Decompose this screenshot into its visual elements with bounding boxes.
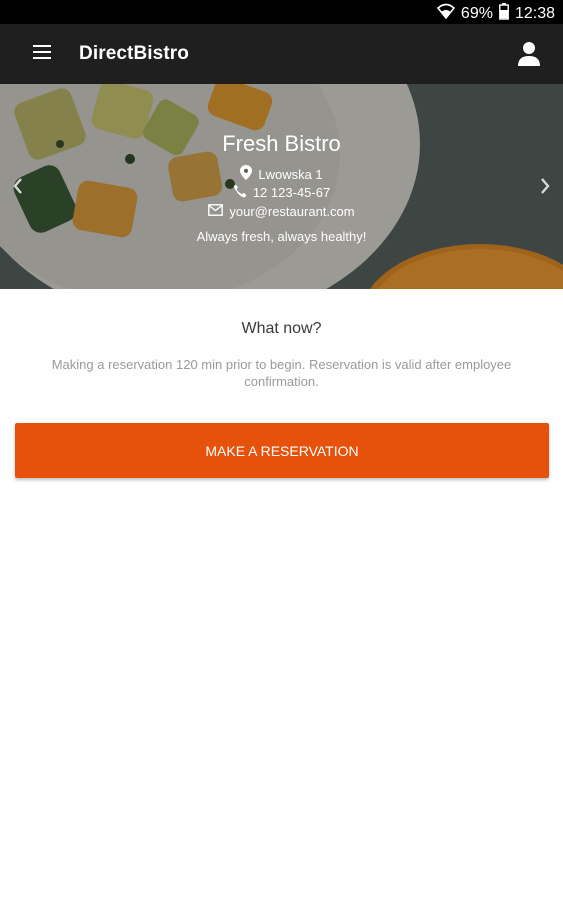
app-bar: DirectBistro <box>0 24 563 84</box>
make-reservation-button[interactable]: MAKE A RESERVATION <box>15 423 549 478</box>
app-title: DirectBistro <box>79 43 189 64</box>
status-icons: 69% 12:38 <box>436 3 555 25</box>
status-bar: 69% 12:38 <box>0 0 563 24</box>
restaurant-name: Fresh Bistro <box>222 131 341 156</box>
phone-row: 12 123-45-67 <box>0 184 563 201</box>
restaurant-email[interactable]: your@restaurant.com <box>229 204 354 219</box>
restaurant-phone: 12 123-45-67 <box>252 185 331 200</box>
menu-icon <box>33 44 51 64</box>
restaurant-address: Lwowska 1 <box>258 166 323 182</box>
phone-icon <box>233 184 247 201</box>
location-pin-icon <box>240 165 253 183</box>
account-icon <box>513 42 545 74</box>
section-title: What now? <box>241 320 322 337</box>
clock: 12:38 <box>514 5 555 22</box>
email-icon <box>208 204 224 219</box>
email-row: your@restaurant.com <box>0 204 563 219</box>
restaurant-banner: Fresh Bistro Lwowska 1 12 123-45-67 your… <box>0 84 563 289</box>
account-button[interactable] <box>513 38 545 70</box>
reservation-description: Making a reservation 120 min prior to be… <box>51 357 512 389</box>
menu-button[interactable] <box>24 36 60 72</box>
wifi-icon <box>436 3 456 25</box>
battery-percent: 69% <box>460 5 493 22</box>
restaurant-info: Fresh Bistro Lwowska 1 12 123-45-67 your… <box>0 84 563 289</box>
battery-icon <box>499 3 509 25</box>
restaurant-tagline: Always fresh, always healthy! <box>196 229 367 244</box>
address-row: Lwowska 1 <box>0 165 563 183</box>
